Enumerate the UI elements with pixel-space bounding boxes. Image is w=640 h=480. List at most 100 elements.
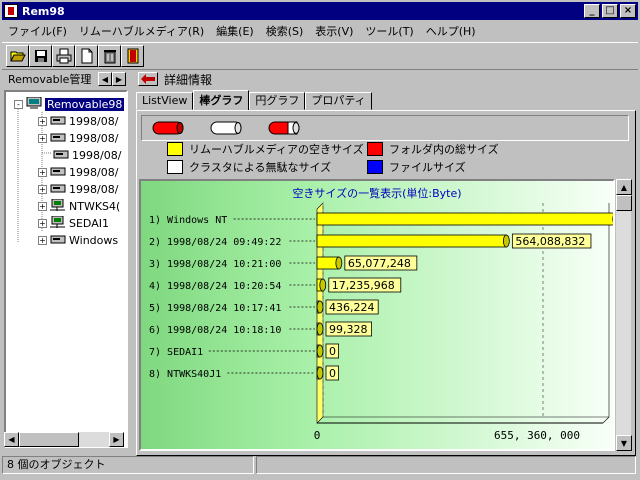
delete-button[interactable] — [98, 45, 121, 67]
expand-toggle[interactable]: + — [38, 201, 47, 211]
tree-node[interactable]: + NTWKS4( — [38, 198, 120, 214]
tree-node[interactable]: +1998/08/ — [38, 113, 118, 129]
bar-cap — [316, 366, 324, 380]
scroll-right-button[interactable]: ▶ — [109, 432, 124, 447]
expand-toggle[interactable]: + — [38, 184, 47, 194]
app-icon[interactable] — [4, 4, 18, 18]
bar — [316, 212, 613, 226]
tree-node-label: Windows — [69, 233, 119, 247]
legend-swatch-red — [367, 142, 383, 156]
legend-label: クラスタによる無駄なサイズ — [189, 161, 332, 174]
collapse-toggle[interactable]: - — [14, 99, 23, 109]
status-object-count: 8 個のオブジェクト — [2, 456, 254, 474]
view-tabs: ListView 棒グラフ 円グラフ プロパティ — [136, 90, 372, 111]
bar — [316, 234, 507, 248]
scroll-up-button[interactable]: ▲ — [616, 179, 632, 195]
print-button[interactable] — [52, 45, 75, 67]
legend-label: リムーハブルメディアの空きサイズ — [189, 143, 364, 156]
tab-pie-chart[interactable]: 円グラフ — [249, 92, 306, 110]
removable-drive-icon — [50, 165, 69, 180]
back-arrow-icon — [141, 74, 155, 84]
open-button[interactable] — [6, 45, 29, 67]
scroll-thumb[interactable] — [19, 432, 79, 447]
tree-node[interactable]: +1998/08/ — [38, 164, 118, 180]
folder-tree[interactable]: - Removable98 +1998/08/+1998/08/1998/08/+1… — [4, 90, 128, 448]
scroll-thumb[interactable] — [616, 195, 632, 211]
computer-icon — [26, 96, 45, 112]
status-bar: 8 個のオブジェクト — [2, 456, 638, 476]
value-label: 436,224 — [329, 301, 375, 314]
legend-swatch-white — [167, 160, 183, 174]
menu-help[interactable]: ヘルプ(H) — [420, 23, 482, 39]
left-tab-next-button[interactable]: ▶ — [112, 72, 126, 86]
close-button[interactable]: × — [620, 4, 636, 18]
expand-toggle[interactable]: + — [38, 133, 47, 143]
tree-node[interactable]: +1998/08/ — [38, 130, 118, 146]
network-computer-icon — [50, 215, 69, 231]
tree-horizontal-scrollbar[interactable]: ◀ ▶ — [4, 432, 124, 447]
chart-area: 空きサイズの一覧表示(単位:Byte) 0 655, 360, 000 1) Wind… — [139, 179, 615, 451]
app-window: Rem98 _ □ × ファイル(F) リムーハブルメディア(R) 編集(E) … — [0, 0, 640, 480]
detail-title: 詳細情報 — [164, 72, 213, 87]
print-icon — [56, 48, 71, 64]
bar-cap — [335, 256, 343, 270]
left-pane-title: Removable管理 — [8, 73, 92, 86]
chart-vertical-scrollbar[interactable]: ▲ ▼ — [615, 179, 632, 451]
tab-bar-chart[interactable]: 棒グラフ — [193, 90, 250, 111]
save-button[interactable] — [29, 45, 52, 67]
tree-node[interactable]: 1998/08/ — [38, 147, 121, 163]
expand-toggle[interactable]: + — [38, 116, 47, 126]
tree-node-label: NTWKS4( — [69, 199, 121, 213]
tree-node[interactable]: - Removable98 — [14, 96, 125, 112]
tab-properties[interactable]: プロパティ — [305, 92, 372, 110]
exit-button[interactable] — [121, 45, 144, 67]
tree-node-label: 1998/08/ — [69, 165, 119, 179]
menu-file[interactable]: ファイル(F) — [2, 23, 73, 39]
category-label: 6) 1998/08/24 10:18:10 — [149, 325, 281, 336]
title-bar[interactable]: Rem98 _ □ × — [2, 2, 638, 20]
tree-node[interactable]: + SEDAI1 — [38, 215, 109, 231]
red-cylinder-button[interactable] — [152, 121, 186, 135]
tree-node[interactable]: + Windows — [38, 232, 118, 248]
back-button[interactable] — [138, 72, 158, 86]
removable-drive-icon — [50, 233, 69, 248]
x-tick-label: 0 — [314, 429, 321, 442]
menu-search[interactable]: 検索(S) — [260, 23, 310, 39]
new-document-button[interactable] — [75, 45, 98, 67]
menu-tools[interactable]: ツール(T) — [359, 23, 419, 39]
tree-node-label: 1998/08/ — [72, 148, 122, 162]
x-tick-label: 655, 360, 000 — [494, 429, 580, 442]
expand-toggle[interactable]: + — [38, 167, 47, 177]
tab-listview[interactable]: ListView — [136, 92, 194, 110]
scroll-left-button[interactable]: ◀ — [4, 432, 19, 447]
red-white-cylinder-button[interactable] — [268, 121, 302, 135]
menu-view[interactable]: 表示(V) — [309, 23, 359, 39]
maximize-button[interactable]: □ — [602, 4, 618, 18]
menu-bar: ファイル(F) リムーハブルメディア(R) 編集(E) 検索(S) 表示(V) … — [2, 21, 638, 40]
trash-icon — [103, 50, 116, 64]
menu-edit[interactable]: 編集(E) — [210, 23, 260, 39]
tree-node-label: 1998/08/ — [69, 131, 119, 145]
legend-item: クラスタによる無駄なサイズ — [167, 159, 331, 175]
value-label: 0 — [329, 367, 336, 380]
white-cylinder-button[interactable] — [210, 121, 244, 135]
category-label: 7) SEDAI1 — [149, 347, 203, 358]
value-label: 65,077,248 — [348, 257, 411, 270]
bar-cap — [316, 322, 324, 336]
legend-item: リムーハブルメディアの空きサイズ — [167, 141, 364, 157]
scroll-down-button[interactable]: ▼ — [616, 435, 632, 451]
minimize-button[interactable]: _ — [584, 4, 600, 18]
chart-mode-buttons — [141, 115, 629, 141]
legend-label: ファイルサイズ — [389, 161, 466, 174]
removable-drive-icon — [50, 131, 69, 146]
status-panel — [256, 456, 636, 474]
left-tab-prev-button[interactable]: ◀ — [98, 72, 112, 86]
chart-title: 空きサイズの一覧表示(単位:Byte) — [292, 186, 461, 200]
expand-toggle[interactable]: + — [38, 235, 47, 245]
value-label: 99,328 — [329, 323, 368, 336]
category-label: 4) 1998/08/24 10:20:54 — [149, 281, 281, 292]
tree-node[interactable]: +1998/08/ — [38, 181, 118, 197]
expand-toggle[interactable]: + — [38, 218, 47, 228]
bar-cap — [316, 300, 324, 314]
menu-removable-media[interactable]: リムーハブルメディア(R) — [73, 23, 210, 39]
